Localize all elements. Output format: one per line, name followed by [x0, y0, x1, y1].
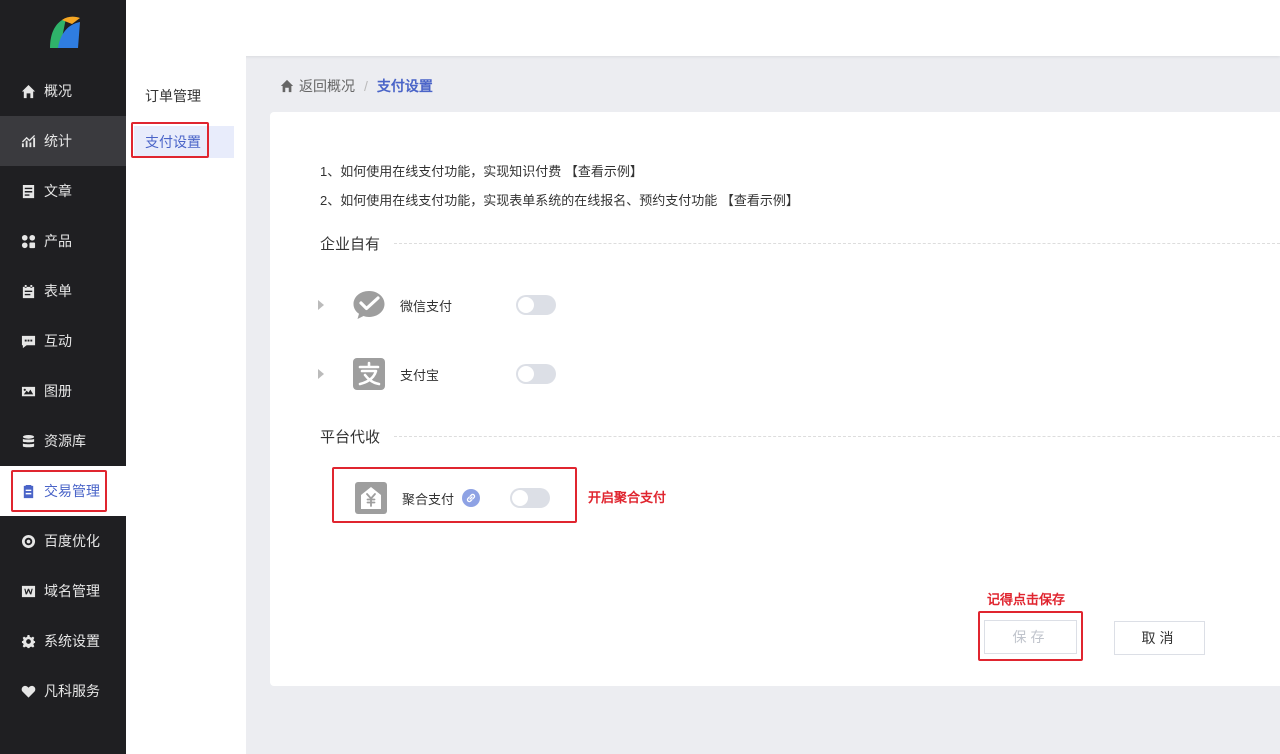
nav-label: 凡科服务	[44, 683, 100, 699]
nav-item-overview[interactable]: 概况	[0, 66, 126, 116]
nav-item-services[interactable]: 凡科服务	[0, 666, 126, 716]
top-header	[126, 0, 1280, 56]
w-icon	[20, 583, 36, 599]
home-icon	[280, 78, 299, 94]
article-icon	[20, 183, 36, 199]
nav-label: 域名管理	[44, 583, 100, 599]
nav-label: 概况	[44, 83, 72, 99]
nav-item-articles[interactable]: 文章	[0, 166, 126, 216]
annotation-remember-save: 记得点击保存	[987, 592, 1066, 607]
breadcrumb: 返回概况 / 支付设置	[280, 76, 433, 96]
nav-label: 文章	[44, 183, 72, 199]
nav-item-settings[interactable]: 系统设置	[0, 616, 126, 666]
image-icon	[20, 383, 36, 399]
highlight-box-transactions	[11, 470, 107, 512]
nav-label: 产品	[44, 233, 72, 249]
main-sidebar: 概况 统计 文章 产品 表单 互动 图册 资源库 交易管理 百度优化 域名管理	[0, 0, 126, 754]
wechat-pay-icon	[352, 288, 386, 322]
nav-item-gallery[interactable]: 图册	[0, 366, 126, 416]
calendar-icon	[20, 283, 36, 299]
nav-label: 图册	[44, 383, 72, 399]
breadcrumb-separator: /	[364, 78, 368, 94]
nav-item-products[interactable]: 产品	[0, 216, 126, 266]
nav-label: 统计	[44, 133, 72, 149]
nav-item-seo[interactable]: 百度优化	[0, 516, 126, 566]
sub-menu: 订单管理 支付设置	[126, 56, 246, 754]
submenu-orders[interactable]: 订单管理	[134, 80, 234, 112]
nav-item-forms[interactable]: 表单	[0, 266, 126, 316]
highlight-box-payment-settings	[131, 122, 209, 158]
save-button[interactable]: 保存	[984, 620, 1077, 654]
nav-label: 表单	[44, 283, 72, 299]
nav-item-domains[interactable]: 域名管理	[0, 566, 126, 616]
alipay-label: 支付宝	[400, 367, 440, 383]
target-icon	[20, 533, 36, 549]
tip-knowledge-payment[interactable]: 1、如何使用在线支付功能，实现知识付费 【查看示例】	[320, 161, 643, 180]
breadcrumb-current: 支付设置	[376, 78, 433, 94]
nav-label: 百度优化	[44, 533, 100, 549]
wechat-pay-toggle[interactable]	[516, 295, 556, 315]
payment-settings-card: 1、如何使用在线支付功能，实现知识付费 【查看示例】 2、如何使用在线支付功能，…	[270, 112, 1280, 686]
grid-icon	[20, 233, 36, 249]
submenu-label: 订单管理	[145, 88, 201, 104]
payment-row-alipay: 支付宝	[318, 354, 556, 394]
logo-icon	[50, 16, 80, 48]
divider	[394, 243, 1280, 244]
home-icon	[20, 83, 36, 99]
nav-label: 互动	[44, 333, 72, 349]
section-title-platform: 平台代收	[320, 429, 381, 446]
chart-icon	[20, 133, 36, 149]
gear-icon	[20, 633, 36, 649]
nav-item-statistics[interactable]: 统计	[0, 116, 126, 166]
nav-item-interaction[interactable]: 互动	[0, 316, 126, 366]
payment-row-wechat: 微信支付	[318, 285, 556, 325]
section-platform: 平台代收	[320, 426, 1280, 447]
nav-label: 资源库	[44, 433, 86, 449]
annotation-enable-aggregate: 开启聚合支付	[588, 490, 667, 505]
wechat-pay-label: 微信支付	[400, 298, 453, 314]
expand-caret-icon[interactable]	[318, 300, 324, 310]
chat-icon	[20, 333, 36, 349]
database-icon	[20, 433, 36, 449]
cancel-button[interactable]: 取消	[1114, 621, 1205, 655]
section-title-own: 企业自有	[320, 236, 381, 253]
nav-label: 系统设置	[44, 633, 100, 649]
breadcrumb-back-link[interactable]: 返回概况	[299, 76, 355, 96]
section-own: 企业自有	[320, 233, 1280, 254]
nav-item-resources[interactable]: 资源库	[0, 416, 126, 466]
alipay-toggle[interactable]	[516, 364, 556, 384]
expand-caret-icon[interactable]	[318, 369, 324, 379]
heart-icon	[20, 683, 36, 699]
alipay-icon	[352, 357, 386, 391]
highlight-box-aggregate	[332, 467, 577, 523]
tip-form-payment[interactable]: 2、如何使用在线支付功能，实现表单系统的在线报名、预约支付功能 【查看示例】	[320, 190, 799, 209]
divider	[394, 436, 1280, 437]
